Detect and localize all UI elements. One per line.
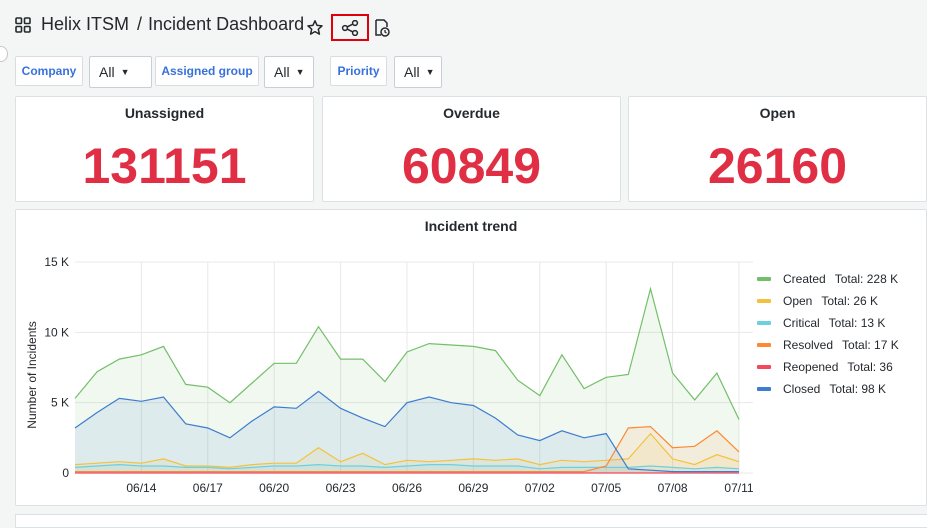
legend-series-name: Created bbox=[783, 272, 826, 286]
legend-item-closed[interactable]: Closed Total: 98 K bbox=[757, 378, 899, 400]
stat-value: 26160 bbox=[707, 138, 848, 194]
priority-select-value: All bbox=[404, 64, 420, 80]
legend-item-created[interactable]: Created Total: 228 K bbox=[757, 268, 899, 290]
legend-series-name: Closed bbox=[783, 382, 821, 396]
filter-label-priority: Priority bbox=[330, 56, 387, 86]
sidebar-toggle[interactable] bbox=[0, 46, 8, 62]
legend-item-reopened[interactable]: Reopened Total: 36 bbox=[757, 356, 899, 378]
chart-legend: Created Total: 228 K Open Total: 26 K Critic… bbox=[757, 268, 899, 400]
legend-series-name: Open bbox=[783, 294, 813, 308]
legend-swatch bbox=[757, 387, 771, 391]
legend-series-total: Total: 26 K bbox=[821, 294, 879, 308]
breadcrumb: Helix ITSM / Incident Dashboard bbox=[15, 14, 304, 35]
assigned-group-select[interactable]: All ▼ bbox=[264, 56, 314, 88]
breadcrumb-separator: / bbox=[137, 14, 143, 34]
stat-value: 60849 bbox=[401, 138, 542, 194]
legend-swatch bbox=[757, 365, 771, 369]
stat-panel-open[interactable]: Open 26160 bbox=[628, 96, 927, 202]
stat-title: Overdue bbox=[443, 105, 500, 121]
legend-series-name: Reopened bbox=[783, 360, 839, 374]
chevron-down-icon: ▼ bbox=[295, 67, 305, 77]
legend-series-name: Resolved bbox=[783, 338, 834, 352]
stat-value: 131151 bbox=[82, 138, 247, 194]
breadcrumb-app[interactable]: Helix ITSM bbox=[41, 14, 129, 35]
page-title[interactable]: Incident Dashboard bbox=[148, 14, 304, 35]
dashboard-grid-icon[interactable] bbox=[15, 16, 31, 33]
filter-label-assigned-group: Assigned group bbox=[155, 56, 259, 86]
legend-swatch bbox=[757, 321, 771, 325]
legend-series-name: Critical bbox=[783, 316, 820, 330]
legend-item-open[interactable]: Open Total: 26 K bbox=[757, 290, 899, 312]
legend-swatch bbox=[757, 343, 771, 347]
stat-title: Open bbox=[759, 105, 796, 121]
chart-title: Incident trend bbox=[424, 218, 518, 234]
filter-label-company: Company bbox=[15, 56, 83, 86]
star-icon[interactable] bbox=[305, 18, 325, 38]
share-button[interactable] bbox=[331, 14, 369, 41]
legend-item-resolved[interactable]: Resolved Total: 17 K bbox=[757, 334, 899, 356]
stat-panel-overdue[interactable]: Overdue 60849 bbox=[322, 96, 621, 202]
legend-series-total: Total: 36 bbox=[847, 360, 893, 374]
company-select-value: All bbox=[99, 64, 115, 80]
priority-select[interactable]: All ▼ bbox=[394, 56, 442, 88]
stat-panel-unassigned[interactable]: Unassigned 131151 bbox=[15, 96, 314, 202]
company-select[interactable]: All ▼ bbox=[89, 56, 152, 88]
share-icon bbox=[341, 19, 359, 36]
top-bar: Helix ITSM / Incident Dashboard bbox=[0, 0, 927, 62]
chevron-down-icon: ▼ bbox=[120, 67, 130, 77]
assigned-group-select-value: All bbox=[274, 64, 290, 80]
next-panel bbox=[15, 514, 927, 528]
legend-item-critical[interactable]: Critical Total: 13 K bbox=[757, 312, 899, 334]
legend-series-total: Total: 98 K bbox=[829, 382, 887, 396]
chevron-down-icon: ▼ bbox=[425, 67, 435, 77]
legend-series-total: Total: 17 K bbox=[842, 338, 899, 352]
legend-series-total: Total: 228 K bbox=[834, 272, 899, 286]
legend-swatch bbox=[757, 277, 771, 281]
stat-title: Unassigned bbox=[124, 105, 205, 121]
legend-series-total: Total: 13 K bbox=[828, 316, 886, 330]
save-dashboard-icon[interactable] bbox=[372, 18, 392, 38]
legend-swatch bbox=[757, 299, 771, 303]
